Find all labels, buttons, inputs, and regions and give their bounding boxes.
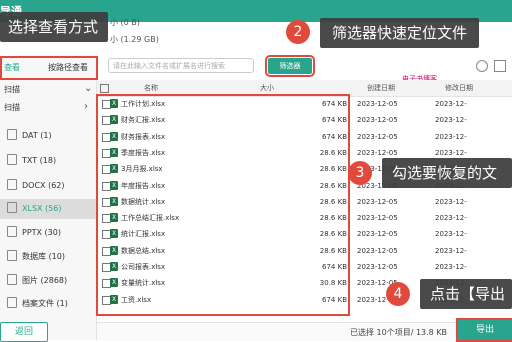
search-input[interactable]: 请在此输入文件名或扩展名进行搜索 <box>108 58 254 73</box>
sidebar-section-label: 扫描 <box>4 85 20 94</box>
file-created-date: 2023-12-05 <box>357 197 398 206</box>
file-created-date: 2023-12-05 <box>357 246 398 255</box>
sidebar-item-pptx[interactable]: PPTX (30) <box>0 223 96 243</box>
export-button[interactable]: 导出 <box>456 318 512 342</box>
column-header-modified[interactable]: 修改日期 <box>445 80 473 96</box>
file-modified-date: 2023-12- <box>435 246 467 255</box>
back-button[interactable]: 返回 <box>0 322 48 342</box>
sidebar-item-label: PPTX (30) <box>22 228 61 237</box>
image-icon <box>7 274 17 285</box>
database-icon <box>7 250 17 261</box>
grid-view-icon[interactable] <box>494 60 506 72</box>
sidebar-item-images[interactable]: 图片 (2868) <box>0 271 96 291</box>
callout-select-files: 勾选要恢复的文 <box>382 158 512 188</box>
file-modified-date: 2023-12- <box>435 214 467 223</box>
callout-filter: 筛选器快速定位文件 <box>320 18 480 48</box>
sidebar-item-label: DAT (1) <box>22 131 52 140</box>
footer-bar <box>97 322 512 341</box>
file-icon <box>7 202 17 213</box>
stats-line-2: 小 (1.29 GB) <box>110 35 159 44</box>
file-created-date: 2023-12-05 <box>357 116 398 125</box>
file-created-date: 2023-12-05 <box>357 230 398 239</box>
sidebar-section-label: 扫描 <box>4 103 20 112</box>
column-header-created[interactable]: 创建日期 <box>367 80 395 96</box>
archive-icon <box>7 297 17 308</box>
scan-stats: 小 (0 B) 小 (1.29 GB) <box>110 14 159 48</box>
chevron-right-icon[interactable]: › <box>84 101 88 112</box>
file-modified-date: 2023-12- <box>435 132 467 141</box>
sidebar-section-scan-2[interactable]: 扫描 <box>0 98 96 118</box>
preview-icon[interactable] <box>476 60 488 72</box>
sidebar-item-label: XLSX (56) <box>22 204 62 213</box>
sidebar-item-docx[interactable]: DOCX (62) <box>0 176 96 196</box>
file-icon <box>7 226 17 237</box>
file-created-date: 2023-12-05 <box>357 214 398 223</box>
file-modified-date: 2023-12- <box>435 197 467 206</box>
sidebar-item-database[interactable]: 数据库 (10) <box>0 247 96 267</box>
callout-view-mode: 选择查看方式 <box>0 12 109 42</box>
sidebar-item-xlsx[interactable]: XLSX (56) <box>0 199 96 219</box>
file-icon <box>7 154 17 165</box>
file-modified-date: 2023-12- <box>435 116 467 125</box>
stats-line-1: 小 (0 B) <box>110 18 140 27</box>
sidebar-item-label: TXT (18) <box>22 156 57 165</box>
select-all-checkbox[interactable] <box>100 84 109 93</box>
filter-button[interactable]: 筛选器 <box>265 55 315 77</box>
file-icon <box>7 179 17 190</box>
sidebar-item-label: DOCX (62) <box>22 181 65 190</box>
sidebar-item-label: 档案文件 (1) <box>22 299 68 308</box>
callout-badge-2: 2 <box>286 20 310 44</box>
sidebar-item-txt[interactable]: TXT (18) <box>0 151 96 171</box>
view-mode-highlight <box>0 56 98 80</box>
chevron-down-icon[interactable]: ⌄ <box>84 83 92 94</box>
sidebar-item-label: 图片 (2868) <box>22 276 68 285</box>
file-modified-date: 2023-12- <box>435 230 467 239</box>
selection-highlight <box>96 94 350 316</box>
file-created-date: 2023-12-05 <box>357 263 398 271</box>
file-icon <box>7 129 17 140</box>
callout-badge-3: 3 <box>348 161 372 185</box>
callout-export: 点击【导出 <box>420 279 512 309</box>
sidebar-item-archive[interactable]: 档案文件 (1) <box>0 294 96 314</box>
sidebar-section-scan-1[interactable]: 扫描 <box>0 80 96 100</box>
file-modified-date: 2023-12- <box>435 263 467 271</box>
sidebar-item-label: 数据库 (10) <box>22 252 65 261</box>
file-modified-date: 2023-12- <box>435 100 467 108</box>
file-created-date: 2023-12-05 <box>357 100 398 108</box>
sidebar-item-dat[interactable]: DAT (1) <box>0 126 96 146</box>
file-created-date: 2023-12-05 <box>357 132 398 141</box>
callout-badge-4: 4 <box>386 282 410 306</box>
selection-status: 已选择 10个项目/ 13.8 KB <box>350 328 448 337</box>
